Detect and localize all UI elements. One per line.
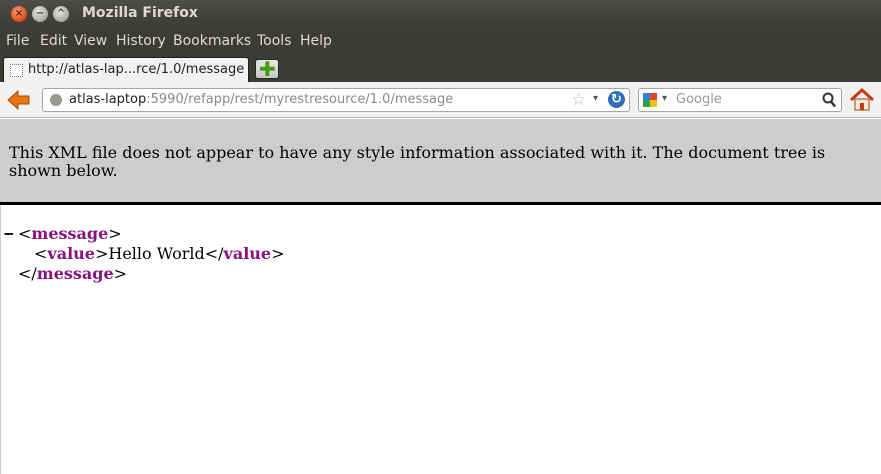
search-input[interactable]: Google (676, 92, 722, 107)
root-open-tag: <message> (18, 224, 122, 243)
google-icon[interactable] (643, 93, 657, 107)
tab-active[interactable]: http://atlas-lap...rce/1.0/message (3, 57, 249, 82)
menu-view[interactable]: View (74, 33, 107, 49)
search-icon[interactable] (822, 92, 836, 108)
search-bar[interactable]: ▾ Google (638, 88, 842, 112)
minimize-window-button[interactable]: − (32, 6, 48, 22)
back-arrow-icon (7, 89, 30, 111)
root-close-tag-name: message (36, 264, 114, 283)
menu-history[interactable]: History (116, 33, 166, 49)
blank-page-icon (10, 64, 23, 77)
child-text: Hello World (108, 244, 205, 263)
navigation-bar: atlas-laptop:5990/refapp/rest/myrestreso… (0, 82, 881, 118)
menu-edit[interactable]: Edit (40, 33, 67, 49)
url-host: atlas-laptop (69, 92, 147, 107)
new-tab-button[interactable]: ✚ (255, 57, 279, 81)
url-bar[interactable]: atlas-laptop:5990/refapp/rest/myrestreso… (42, 88, 630, 112)
menu-file[interactable]: File (6, 33, 29, 49)
title-bar: × − ^ Mozilla Firefox (0, 0, 881, 28)
site-identity-icon[interactable] (50, 94, 62, 106)
plus-icon: ✚ (259, 57, 276, 81)
close-window-button[interactable]: × (11, 6, 27, 22)
back-button[interactable] (6, 89, 32, 111)
window-title: Mozilla Firefox (82, 5, 198, 21)
xml-value-line: <value>Hello World</value> (34, 244, 285, 263)
reload-icon[interactable]: ↻ (608, 91, 625, 108)
home-button[interactable] (849, 87, 875, 113)
child-close-tag-name: value (223, 244, 272, 263)
menu-help[interactable]: Help (300, 33, 332, 49)
url-path: :5990/refapp/rest/myrestresource/1.0/mes… (146, 92, 454, 107)
url-history-dropdown-icon[interactable]: ▾ (593, 93, 598, 104)
url-text[interactable]: atlas-laptop:5990/refapp/rest/myrestreso… (69, 92, 453, 107)
tab-strip: http://atlas-lap...rce/1.0/message ✚ (0, 55, 881, 82)
xml-style-notice: This XML file does not appear to have an… (0, 119, 881, 205)
child-tag-name: value (47, 244, 95, 263)
xml-style-notice-text: This XML file does not appear to have an… (9, 143, 826, 180)
menu-bar: File Edit View History Bookmarks Tools H… (0, 28, 881, 55)
maximize-window-button[interactable]: ^ (53, 6, 69, 22)
root-tag-name: message (31, 224, 109, 243)
menu-tools[interactable]: Tools (257, 33, 292, 49)
page-content: This XML file does not appear to have an… (0, 119, 881, 474)
home-icon (849, 87, 875, 111)
bookmark-star-icon[interactable]: ☆ (571, 90, 586, 110)
menu-bookmarks[interactable]: Bookmarks (173, 33, 251, 49)
xml-root-close: </message> (18, 264, 128, 283)
search-engine-dropdown-icon[interactable]: ▾ (662, 93, 667, 104)
collapse-toggle[interactable]: − (4, 224, 14, 244)
tab-label: http://atlas-lap...rce/1.0/message (28, 62, 245, 77)
